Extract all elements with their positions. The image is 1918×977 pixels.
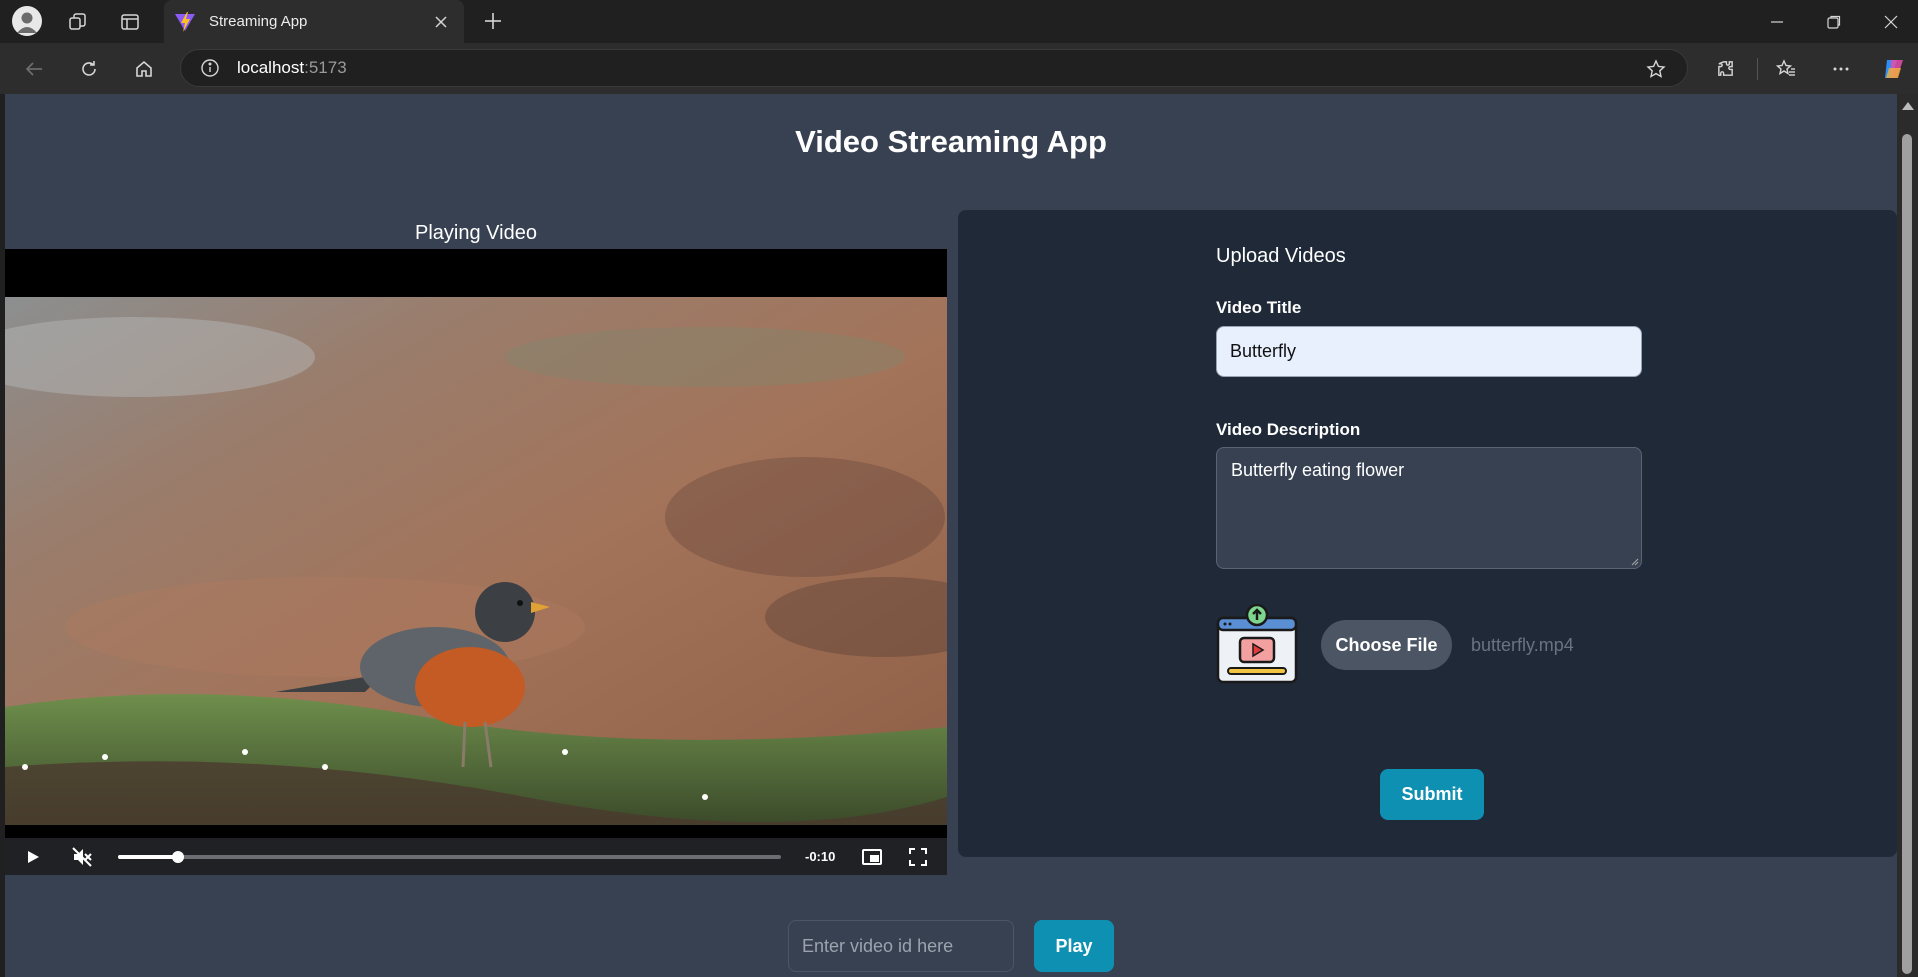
resize-grip-icon[interactable]	[1631, 558, 1639, 566]
close-tab-icon[interactable]	[426, 7, 456, 37]
minimize-icon[interactable]	[1757, 4, 1797, 40]
address-url: localhost:5173	[237, 58, 347, 77]
seek-handle[interactable]	[171, 851, 184, 863]
more-menu-icon[interactable]	[1827, 55, 1855, 83]
tab-title: Streaming App	[209, 13, 308, 30]
favorite-star-icon[interactable]	[1643, 56, 1669, 82]
video-upload-icon	[1216, 604, 1298, 684]
scroll-thumb[interactable]	[1902, 134, 1912, 974]
extensions-icon[interactable]	[1712, 55, 1740, 83]
restore-icon[interactable]	[1814, 4, 1854, 40]
time-remaining: -0:10	[805, 849, 836, 864]
video-id-input[interactable]	[788, 920, 1014, 972]
profile-avatar-icon[interactable]	[12, 6, 42, 36]
play-icon[interactable]	[20, 844, 46, 870]
submit-button[interactable]: Submit	[1380, 769, 1484, 820]
browser-toolbar: localhost:5173	[0, 43, 1918, 94]
video-controls-bar: -0:10	[5, 838, 947, 875]
scroll-up-arrow-icon[interactable]	[1902, 102, 1914, 110]
browser-tab-bar: Streaming App	[0, 0, 1918, 43]
favorites-icon[interactable]	[1772, 55, 1800, 83]
fullscreen-icon[interactable]	[905, 844, 931, 870]
close-window-icon[interactable]	[1871, 4, 1911, 40]
video-title-label: Video Title	[1216, 298, 1302, 317]
video-seek-bar[interactable]	[118, 851, 781, 863]
video-frame-robin-image	[5, 297, 947, 825]
choose-file-button[interactable]: Choose File	[1321, 620, 1452, 670]
home-icon[interactable]	[130, 55, 158, 83]
upload-heading: Upload Videos	[1216, 245, 1346, 267]
video-description-input[interactable]: Butterfly eating flower	[1216, 447, 1642, 569]
video-player-label: Playing Video	[415, 222, 537, 244]
video-description-label: Video Description	[1216, 420, 1361, 439]
picture-in-picture-icon[interactable]	[859, 844, 885, 870]
site-info-icon[interactable]	[199, 57, 221, 79]
play-button[interactable]: Play	[1034, 920, 1114, 972]
upload-panel: Upload Videos Video Title Video Descript…	[958, 210, 1897, 857]
selected-file-name: butterfly.mp4	[1471, 635, 1574, 655]
new-tab-icon[interactable]	[478, 6, 508, 36]
refresh-icon[interactable]	[75, 55, 103, 83]
page-viewport: Video Streaming App Playing Video -0:10 …	[5, 94, 1897, 977]
tab-actions-icon[interactable]	[116, 8, 144, 36]
active-tab[interactable]: Streaming App	[164, 0, 464, 43]
seek-progress-fill	[118, 855, 178, 859]
muted-volume-icon[interactable]	[69, 844, 95, 870]
copilot-icon[interactable]	[1879, 54, 1909, 84]
back-arrow-icon[interactable]	[20, 55, 48, 83]
toolbar-separator	[1757, 58, 1758, 80]
page-title: Video Streaming App	[795, 124, 1107, 159]
video-title-input[interactable]	[1216, 326, 1642, 377]
video-player[interactable]: -0:10	[5, 249, 947, 875]
workspaces-icon[interactable]	[64, 8, 92, 36]
address-bar[interactable]: localhost:5173	[180, 49, 1688, 87]
page-scrollbar[interactable]	[1897, 94, 1918, 977]
vite-logo-icon	[175, 11, 195, 32]
